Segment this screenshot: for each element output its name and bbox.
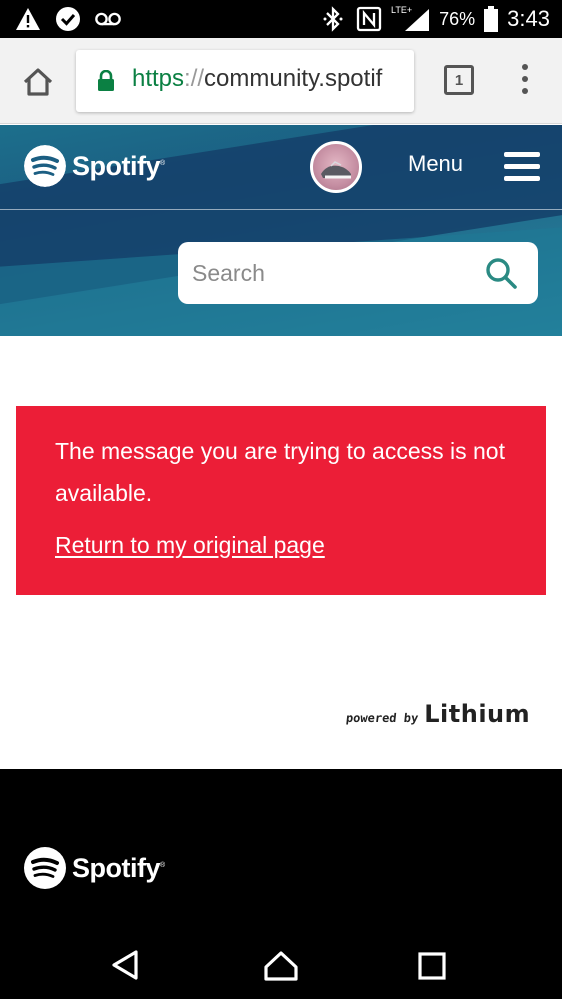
home-nav-icon[interactable] <box>261 945 301 985</box>
error-message: The message you are trying to access is … <box>55 438 505 506</box>
url-text: https://community.spotif <box>132 65 382 93</box>
search-icon[interactable] <box>484 256 518 290</box>
search-input[interactable] <box>192 256 472 290</box>
error-message-box: The message you are trying to access is … <box>16 406 546 595</box>
powered-by-lithium[interactable]: powered by Lithium <box>345 700 531 728</box>
footer-spotify-wordmark: Spotify® <box>72 852 165 883</box>
clock: 3:43 <box>507 6 550 31</box>
battery-percent: 76% <box>439 8 476 29</box>
spotify-icon <box>24 847 66 889</box>
return-link[interactable]: Return to my original page <box>55 532 325 559</box>
url-scheme: https <box>132 65 185 92</box>
bluetooth-icon <box>319 5 347 33</box>
nfc-icon <box>355 5 383 33</box>
tab-count: 1 <box>454 71 464 89</box>
site-header: Spotify® Menu <box>0 125 562 336</box>
system-nav-bar <box>0 929 562 999</box>
lock-icon <box>96 69 116 92</box>
lithium-logo: Lithium <box>424 700 531 728</box>
site-footer: Spotify® <box>0 769 562 929</box>
voicemail-icon <box>94 5 122 33</box>
url-host: community.spotif <box>204 65 383 92</box>
warning-icon <box>14 5 42 33</box>
status-bar: LTE+ 76% 3:43 <box>0 0 562 38</box>
powered-by-label: powered by <box>345 711 419 725</box>
network-type: LTE+ <box>391 5 412 15</box>
back-icon[interactable] <box>106 945 146 985</box>
hamburger-menu-icon[interactable] <box>504 152 540 182</box>
user-avatar[interactable] <box>310 141 362 193</box>
footer-spotify-logo[interactable]: Spotify® <box>24 847 165 889</box>
spotify-wordmark: Spotify® <box>72 150 165 181</box>
check-circle-icon <box>54 5 82 33</box>
menu-label[interactable]: Menu <box>408 151 463 177</box>
url-separator: :// <box>184 65 205 92</box>
more-vert-icon[interactable] <box>518 64 532 98</box>
header-divider <box>0 209 562 210</box>
tab-switcher-button[interactable]: 1 <box>444 65 474 95</box>
search-box <box>178 242 538 304</box>
spotify-icon <box>24 145 66 187</box>
browser-toolbar: https://community.spotif 1 <box>0 38 562 124</box>
address-bar[interactable]: https://community.spotif <box>76 50 414 112</box>
recents-icon[interactable] <box>412 945 452 985</box>
signal-icon: LTE+ <box>391 5 431 33</box>
spotify-logo[interactable]: Spotify® <box>24 145 165 187</box>
battery-icon <box>483 5 499 33</box>
home-icon[interactable] <box>18 62 58 102</box>
